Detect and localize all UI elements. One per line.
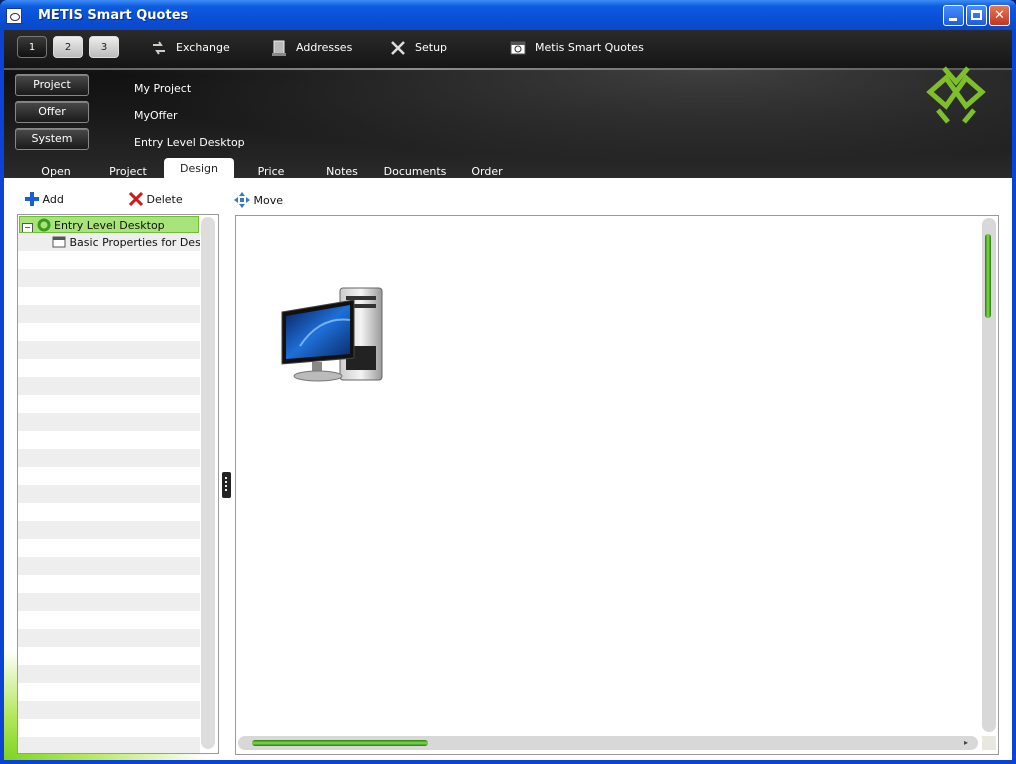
client-area: 1 2 3 Exchange Addresses Setup Metis Sma… [4, 30, 1012, 760]
tab-open[interactable]: Open [28, 160, 84, 178]
delete-button[interactable]: Delete [128, 191, 183, 207]
horizontal-scroll-thumb[interactable] [252, 740, 428, 746]
setup-button[interactable]: Setup [389, 38, 447, 58]
minimize-button[interactable] [943, 5, 964, 26]
maximize-icon [971, 10, 982, 20]
window-title: METIS Smart Quotes [38, 8, 189, 23]
canvas-vertical-scrollbar[interactable] [982, 218, 996, 732]
tree-rows: − Entry Level Desktop Basic Properties f… [18, 215, 200, 753]
panel-splitter[interactable] [222, 472, 231, 498]
scroll-right-icon[interactable]: ▸ [964, 736, 968, 750]
add-label: Add [42, 193, 64, 206]
tree-child-label: Basic Properties for Desk [69, 236, 201, 249]
app-window: METIS Smart Quotes ✕ 1 2 3 Exchange Addr… [0, 0, 1016, 764]
setup-label: Setup [415, 41, 448, 54]
app-window-icon [509, 39, 527, 57]
tab-project[interactable]: Project [98, 160, 158, 178]
tab-bar: Open Project Design Price Notes Document… [4, 158, 1012, 180]
design-canvas[interactable]: ▸ [235, 215, 999, 755]
exchange-label: Exchange [176, 41, 230, 54]
app-label: Metis Smart Quotes [535, 41, 644, 54]
tab-order[interactable]: Order [460, 160, 514, 178]
title-bar[interactable]: METIS Smart Quotes ✕ [0, 0, 1016, 32]
tab-documents[interactable]: Documents [378, 160, 452, 178]
brand-logo [926, 66, 986, 124]
move-label: Move [253, 194, 284, 207]
maximize-button[interactable] [966, 5, 987, 26]
close-icon: ✕ [994, 8, 1005, 23]
number-button-1[interactable]: 1 [17, 36, 47, 58]
design-toolbar: Add Delete Move [4, 178, 1012, 214]
tools-icon [389, 39, 407, 57]
tab-notes[interactable]: Notes [314, 160, 370, 178]
exchange-icon [150, 39, 168, 57]
project-value: My Project [134, 82, 192, 95]
add-button[interactable]: Add [25, 192, 64, 206]
tab-price[interactable]: Price [244, 160, 298, 178]
desktop-computer-icon[interactable] [280, 286, 410, 386]
addresses-icon [270, 39, 288, 57]
properties-node-icon [52, 236, 66, 248]
minimize-icon [949, 18, 957, 21]
header-band: 1 2 3 Exchange Addresses Setup Metis Sma… [4, 30, 1012, 180]
number-button-2[interactable]: 2 [53, 36, 83, 58]
app-info-button[interactable]: Metis Smart Quotes [509, 38, 644, 58]
tree-root-label: Entry Level Desktop [54, 219, 165, 232]
exchange-button[interactable]: Exchange [150, 38, 230, 58]
tree-item-child[interactable]: Basic Properties for Desk [52, 234, 200, 251]
vertical-scroll-thumb[interactable] [985, 234, 991, 318]
move-icon [234, 192, 250, 208]
tree-panel: − Entry Level Desktop Basic Properties f… [17, 214, 219, 754]
system-node-icon [37, 218, 50, 232]
number-button-3[interactable]: 3 [89, 36, 119, 58]
scroll-corner [982, 736, 996, 750]
tree-item-root[interactable]: − Entry Level Desktop [19, 216, 199, 233]
canvas-horizontal-scrollbar[interactable]: ▸ [238, 736, 978, 750]
close-button[interactable]: ✕ [989, 5, 1010, 26]
move-button[interactable]: Move [234, 192, 283, 208]
collapse-icon: − [22, 223, 33, 232]
system-value: Entry Level Desktop [134, 136, 245, 149]
system-button[interactable]: System [15, 128, 89, 150]
addresses-button[interactable]: Addresses [270, 38, 352, 58]
delete-label: Delete [146, 193, 183, 206]
delete-icon [128, 191, 144, 207]
offer-value: MyOffer [134, 109, 178, 122]
tree-scrollbar[interactable] [201, 217, 215, 749]
offer-button[interactable]: Offer [15, 101, 89, 123]
add-icon [25, 192, 39, 206]
app-icon [6, 8, 22, 24]
tab-design[interactable]: Design [164, 158, 234, 180]
addresses-label: Addresses [296, 41, 353, 54]
project-button[interactable]: Project [15, 74, 89, 96]
